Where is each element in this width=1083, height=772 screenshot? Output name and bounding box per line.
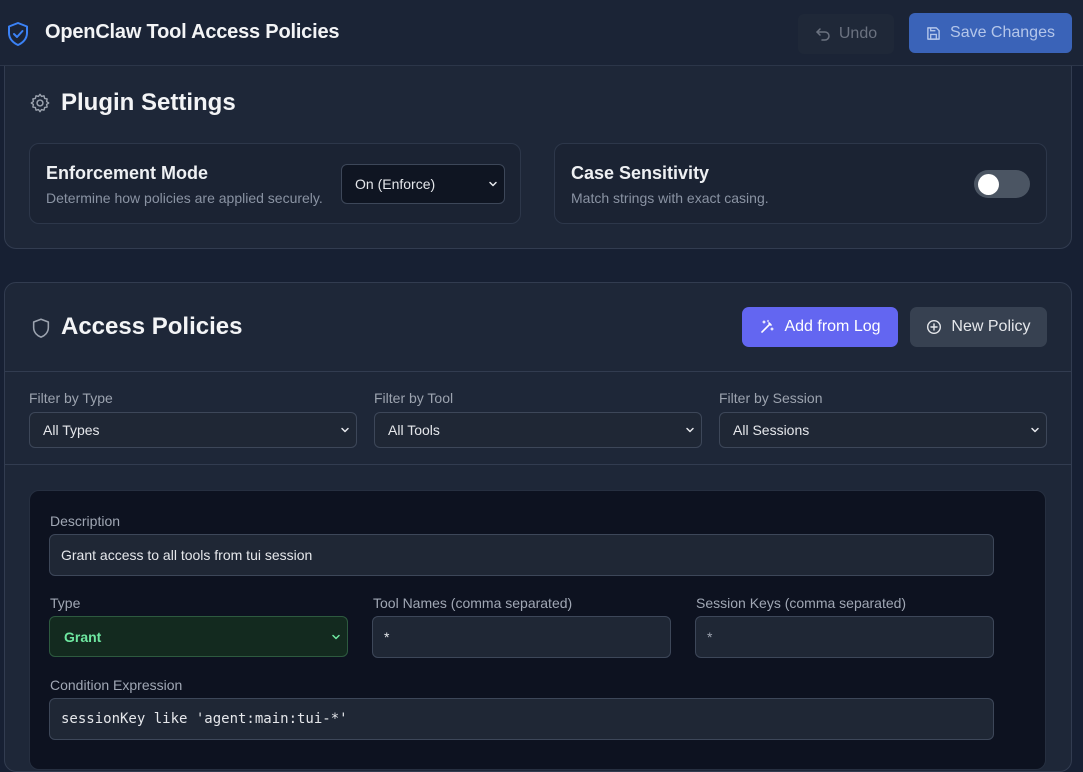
- enforcement-mode-label: Enforcement Mode: [46, 163, 209, 183]
- session-keys-input[interactable]: *: [695, 616, 994, 658]
- chevron-down-icon: [1031, 427, 1039, 433]
- filter-session-label: Filter by Session: [719, 390, 823, 406]
- enforcement-mode-select[interactable]: On (Enforce): [341, 164, 505, 204]
- description-value: Grant access to all tools from tui sessi…: [61, 547, 313, 563]
- new-policy-button[interactable]: New Policy: [910, 307, 1047, 347]
- section-divider: [5, 371, 1071, 372]
- new-policy-label: New Policy: [951, 318, 1031, 335]
- description-input[interactable]: Grant access to all tools from tui sessi…: [49, 534, 994, 576]
- save-label: Save Changes: [950, 24, 1055, 41]
- plugin-settings-title: Plugin Settings: [61, 89, 236, 116]
- filter-session-value: All Sessions: [733, 422, 810, 438]
- save-icon: [927, 26, 940, 40]
- filter-type-select[interactable]: All Types: [29, 412, 357, 448]
- chevron-down-icon: [332, 634, 340, 639]
- toggle-knob: [978, 174, 999, 195]
- app-title: OpenClaw Tool Access Policies: [45, 21, 340, 43]
- filters-divider: [5, 464, 1071, 465]
- condition-expression-input[interactable]: sessionKey like 'agent:main:tui-*': [49, 698, 994, 740]
- condition-expression-value: sessionKey like 'agent:main:tui-*': [61, 711, 348, 727]
- enforcement-mode-description: Determine how policies are applied secur…: [46, 190, 323, 206]
- filter-tool-label: Filter by Tool: [374, 390, 454, 406]
- chevron-down-icon: [341, 427, 349, 433]
- filter-type-label: Filter by Type: [29, 390, 113, 406]
- session-keys-label: Session Keys (comma separated): [696, 595, 907, 611]
- shield-check-icon: [8, 22, 28, 46]
- chevron-down-icon: [489, 181, 497, 187]
- top-bar: OpenClaw Tool Access Policies Undo Save …: [0, 0, 1083, 66]
- description-label: Description: [50, 513, 121, 529]
- tool-names-input[interactable]: *: [372, 616, 671, 658]
- add-from-log-label: Add from Log: [784, 318, 881, 335]
- access-policies-title: Access Policies: [61, 313, 243, 340]
- shield-icon: [32, 318, 50, 338]
- gear-icon: [30, 93, 50, 113]
- tool-names-label: Tool Names (comma separated): [373, 595, 573, 611]
- save-changes-button[interactable]: Save Changes: [909, 13, 1072, 53]
- undo-icon: [816, 28, 830, 41]
- type-value: Grant: [64, 628, 102, 645]
- undo-label: Undo: [838, 25, 878, 42]
- type-label: Type: [50, 595, 81, 611]
- tool-names-value: *: [384, 629, 390, 645]
- session-keys-value: *: [707, 629, 713, 645]
- case-sensitivity-description: Match strings with exact casing.: [571, 190, 769, 206]
- case-sensitivity-label: Case Sensitivity: [571, 163, 710, 183]
- filter-tool-value: All Tools: [388, 422, 440, 438]
- type-select[interactable]: Grant: [49, 616, 348, 657]
- magic-wand-icon: [761, 319, 775, 333]
- condition-expression-label: Condition Expression: [50, 677, 183, 693]
- enforcement-mode-value: On (Enforce): [355, 176, 436, 192]
- filter-tool-select[interactable]: All Tools: [374, 412, 702, 448]
- undo-button[interactable]: Undo: [798, 14, 894, 54]
- filter-session-select[interactable]: All Sessions: [719, 412, 1047, 448]
- filter-type-value: All Types: [43, 422, 100, 438]
- case-sensitivity-toggle[interactable]: [974, 170, 1030, 198]
- plus-circle-icon: [927, 319, 942, 335]
- add-from-log-button[interactable]: Add from Log: [742, 307, 898, 347]
- chevron-down-icon: [686, 427, 694, 433]
